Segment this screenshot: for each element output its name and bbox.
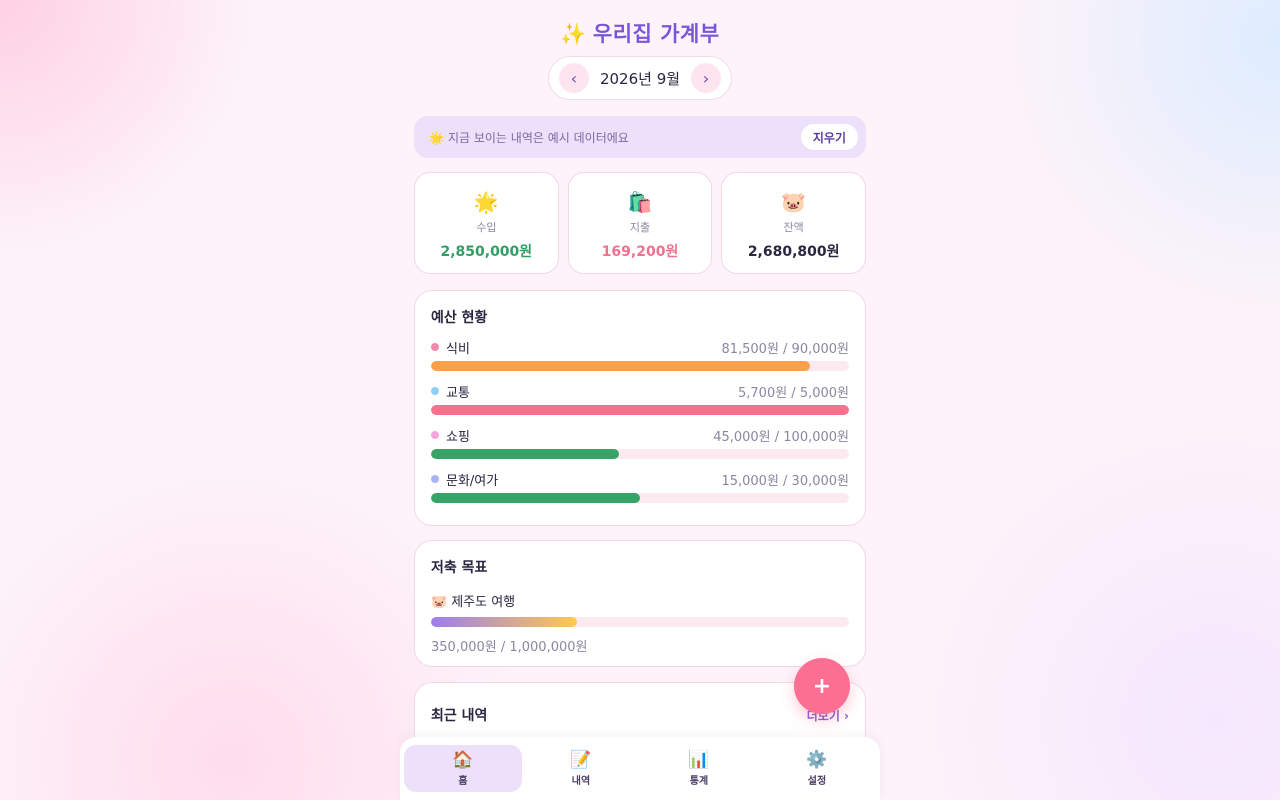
budget-row[interactable]: 쇼핑 45,000원 / 100,000원: [431, 427, 849, 459]
star-icon: 🌟: [429, 130, 444, 145]
category-dot-icon: [431, 343, 439, 351]
category-name: 교통: [446, 385, 470, 401]
shopping-bags-icon: 🛍️: [627, 190, 653, 214]
recent-title: 최근 내역: [431, 708, 488, 724]
tab-label: 통계: [689, 776, 709, 787]
category-dot-icon: [431, 475, 439, 483]
chevron-right-icon: ›: [702, 68, 710, 88]
budget-amount: 45,000원 / 100,000원: [713, 429, 849, 445]
sparkles-icon: ✨: [560, 22, 587, 46]
goal-progress-track: [431, 617, 849, 627]
app-title-text: 우리집 가계부: [592, 22, 720, 46]
memo-icon: 📝: [570, 750, 592, 770]
budget-status-card: 예산 현황 식비 81,500원 / 90,000원 교통 5,700원 / 5…: [414, 290, 866, 526]
budget-title: 예산 현황: [431, 310, 488, 326]
star-icon: 🌟: [473, 190, 499, 214]
notice-message: 지금 보이는 내역은 예시 데이터에요: [447, 130, 629, 145]
category-name: 식비: [446, 341, 470, 357]
category-name: 문화/여가: [446, 473, 499, 489]
app-title: ✨ 우리집 가계부: [414, 18, 866, 48]
goal-amount: 350,000원 / 1,000,000원: [431, 640, 588, 655]
budget-progress-fill: [431, 405, 849, 415]
balance-card: 🐷 잔액 2,680,800원: [721, 172, 867, 274]
bar-chart-icon: 📊: [688, 750, 710, 770]
category-name: 쇼핑: [446, 429, 470, 445]
savings-title: 저축 목표: [431, 560, 488, 576]
tab-home[interactable]: 🏠 홈: [404, 745, 522, 792]
budget-progress-track: [431, 493, 849, 503]
tab-history[interactable]: 📝 내역: [522, 745, 640, 792]
next-month-button[interactable]: ›: [691, 63, 721, 93]
goal-name-text: 제주도 여행: [451, 595, 516, 610]
pig-icon: 🐷: [781, 190, 807, 214]
add-transaction-button[interactable]: +: [794, 658, 850, 714]
savings-goal-card: 저축 목표 🐷 제주도 여행 350,000원 / 1,000,000원: [414, 540, 866, 667]
expense-value: 169,200원: [601, 244, 679, 260]
category-dot-icon: [431, 431, 439, 439]
tab-stats[interactable]: 📊 통계: [640, 745, 758, 792]
clear-sample-button[interactable]: 지우기: [800, 124, 858, 150]
budget-amount: 15,000원 / 30,000원: [721, 473, 849, 489]
budget-progress-fill: [431, 361, 810, 371]
income-label: 수입: [476, 221, 497, 234]
pig-icon: 🐷: [431, 595, 448, 610]
goal-name[interactable]: 🐷 제주도 여행: [431, 591, 849, 610]
budget-progress-track: [431, 405, 849, 415]
tab-label: 설정: [807, 776, 827, 787]
income-card: 🌟 수입 2,850,000원: [414, 172, 559, 274]
budget-row[interactable]: 교통 5,700원 / 5,000원: [431, 383, 849, 415]
goal-progress-fill: [431, 617, 578, 627]
house-icon: 🏠: [452, 750, 474, 770]
current-month-label: 2026년 9월: [599, 69, 681, 88]
month-navigator: ‹ 2026년 9월 ›: [548, 56, 732, 100]
category-dot-icon: [431, 387, 439, 395]
budget-progress-track: [431, 361, 849, 371]
chevron-left-icon: ‹: [570, 68, 578, 88]
summary-cards: 🌟 수입 2,850,000원 🛍️ 지출 169,200원 🐷 잔액 2,68…: [414, 172, 867, 274]
income-value: 2,850,000원: [440, 244, 533, 260]
budget-row[interactable]: 문화/여가 15,000원 / 30,000원: [431, 471, 849, 503]
expense-label: 지출: [629, 221, 651, 234]
budget-progress-fill: [431, 493, 640, 503]
budget-progress-track: [431, 449, 849, 459]
budget-amount: 81,500원 / 90,000원: [721, 341, 849, 357]
notice-text: 🌟 지금 보이는 내역은 예시 데이터에요: [429, 129, 629, 146]
expense-card: 🛍️ 지출 169,200원: [567, 172, 713, 274]
budget-progress-fill: [431, 449, 620, 459]
tab-label: 내역: [571, 776, 591, 787]
gear-icon: ⚙️: [806, 750, 828, 770]
prev-month-button[interactable]: ‹: [559, 63, 589, 93]
bottom-tab-bar: 🏠 홈 📝 내역 📊 통계 ⚙️ 설정: [400, 737, 880, 800]
budget-amount: 5,700원 / 5,000원: [738, 385, 849, 401]
sample-data-notice: 🌟 지금 보이는 내역은 예시 데이터에요 지우기: [414, 116, 866, 158]
tab-label: 홈: [458, 776, 468, 787]
budget-row[interactable]: 식비 81,500원 / 90,000원: [431, 339, 849, 371]
balance-label: 잔액: [783, 221, 804, 234]
tab-settings[interactable]: ⚙️ 설정: [758, 745, 876, 792]
balance-value: 2,680,800원: [747, 244, 840, 260]
